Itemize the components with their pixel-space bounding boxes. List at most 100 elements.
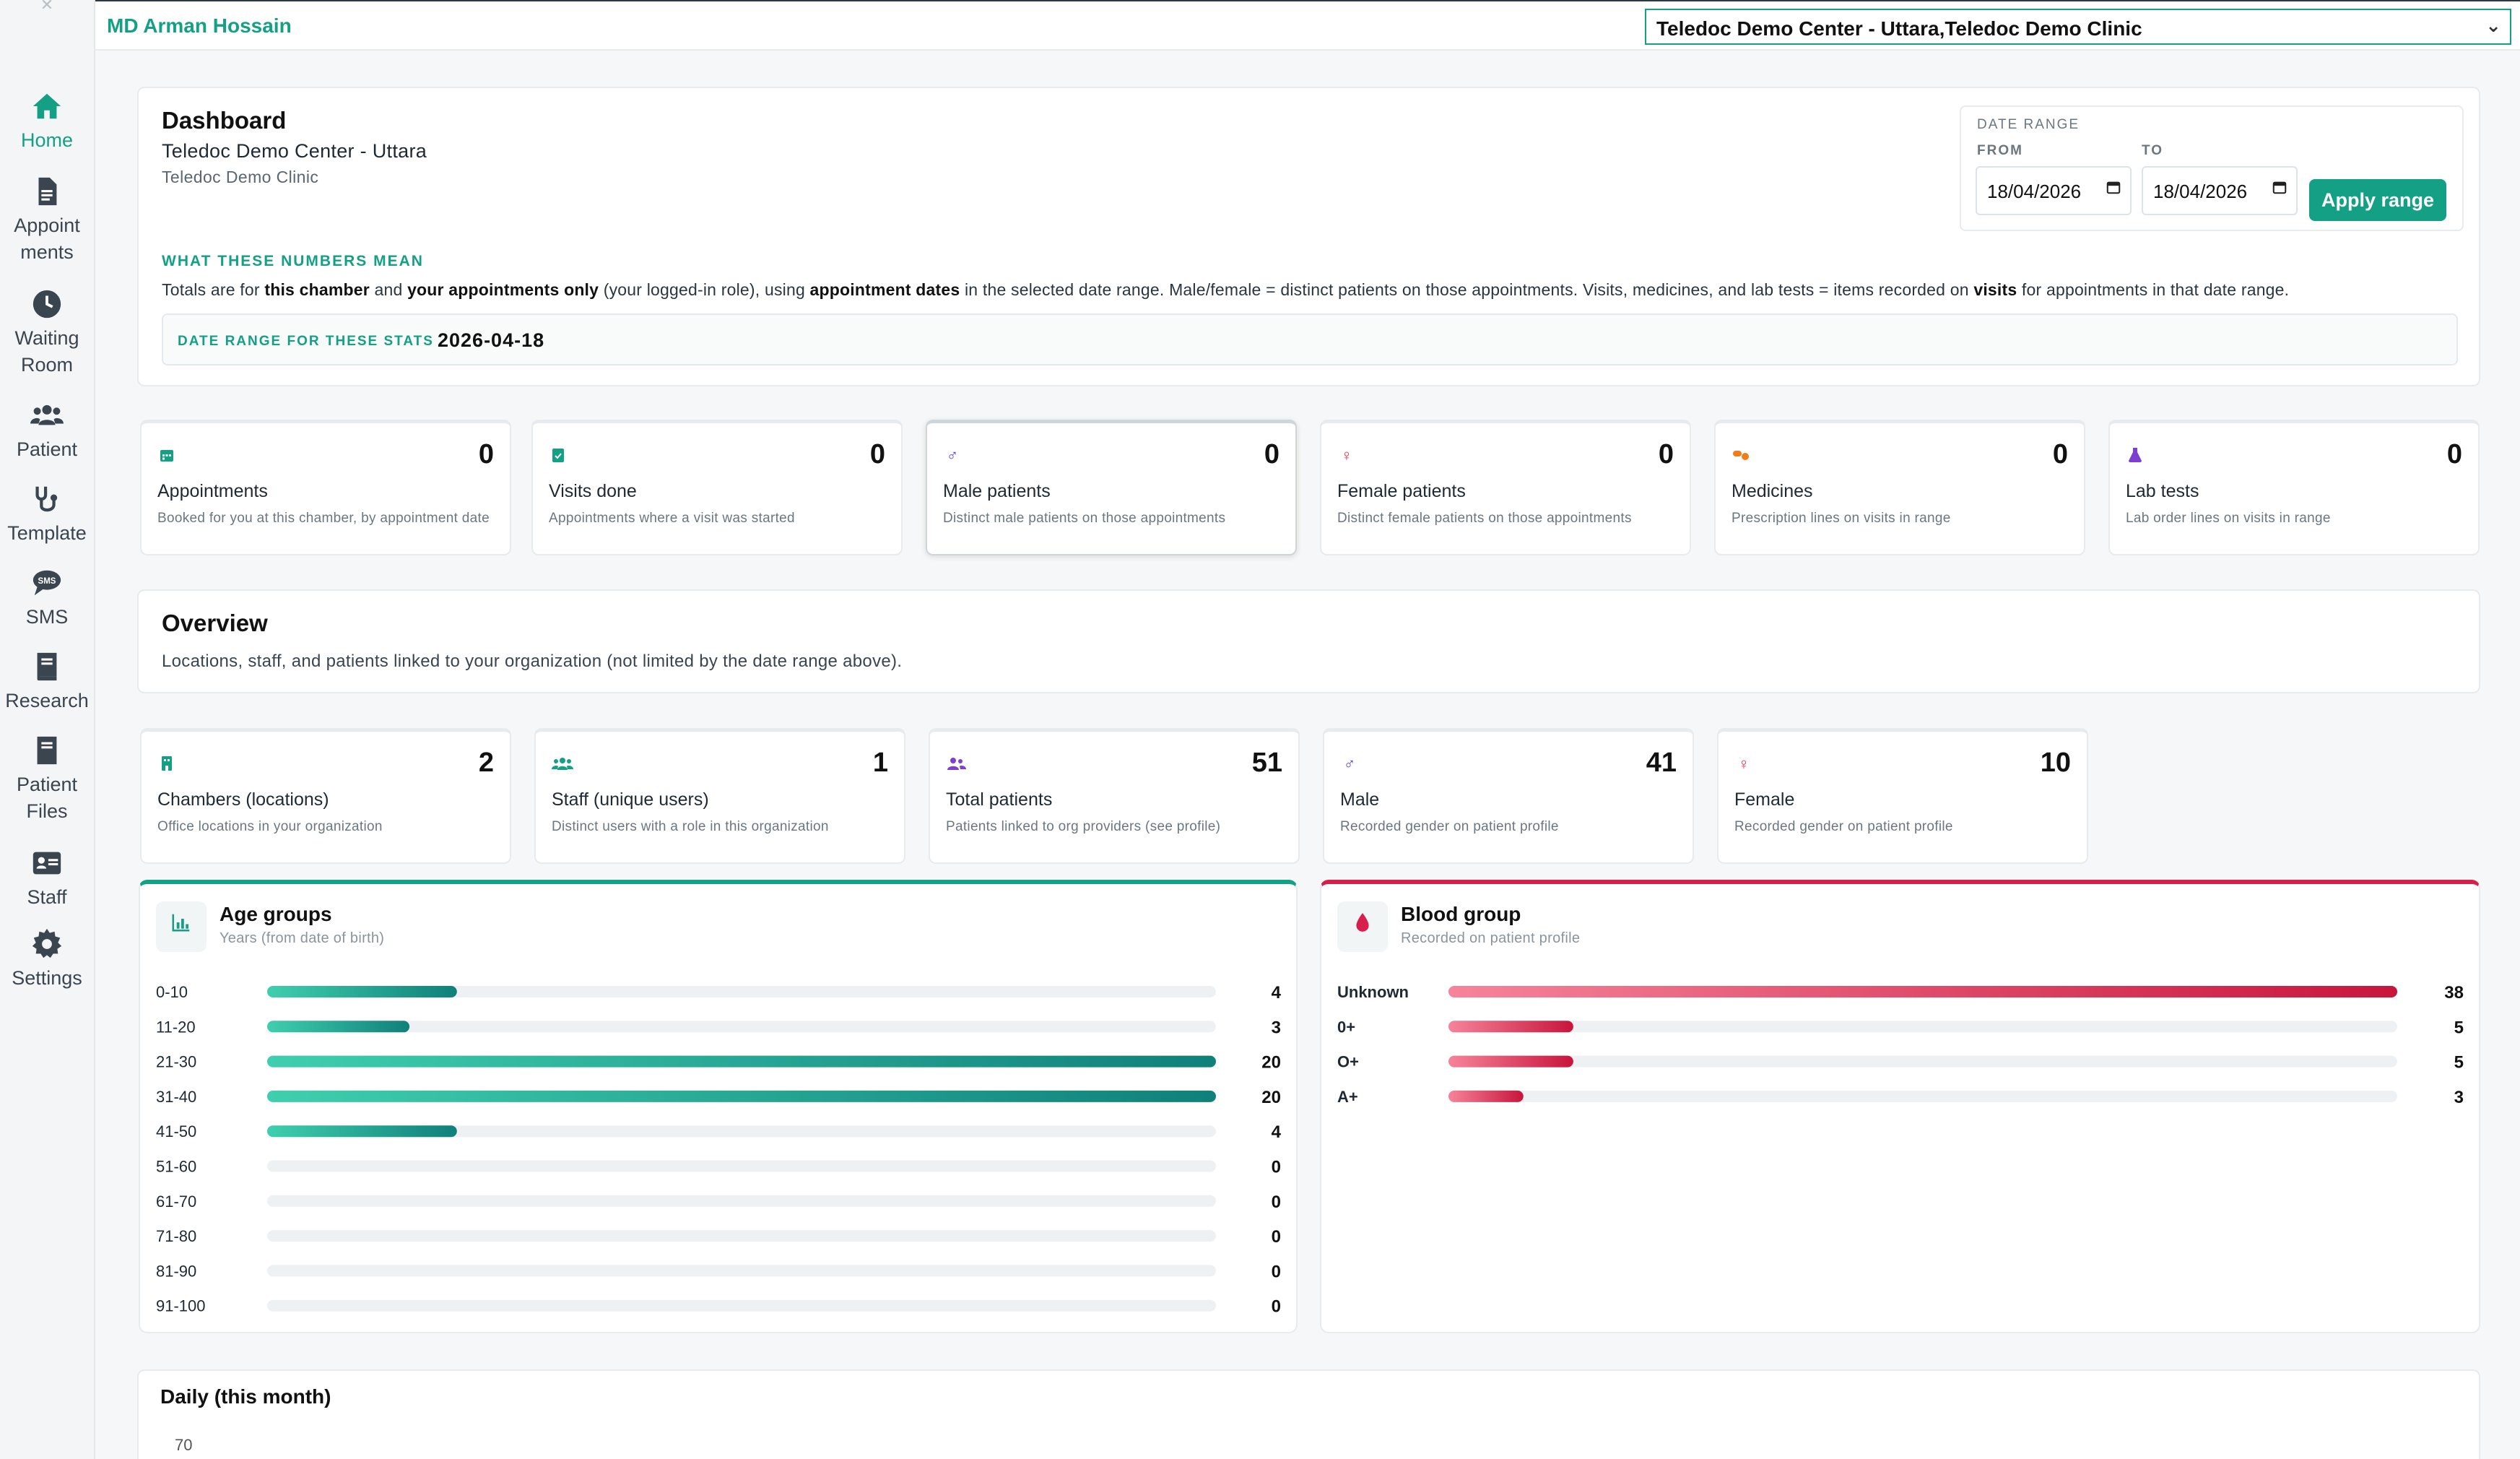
sidebar-item-settings[interactable]: Settings [0, 927, 94, 992]
stat-value: 0 [2446, 439, 2462, 469]
stat-value: 0 [478, 439, 494, 469]
stat-label: Female [1734, 789, 1795, 810]
stat-value: 1 [872, 748, 888, 778]
stat-label: Female patients [1337, 481, 1466, 501]
center-select[interactable]: Teledoc Demo Center - Uttara,Teledoc Dem… [1645, 9, 2511, 45]
bar-value: 5 [2454, 1053, 2464, 1073]
bar-track [1448, 1090, 2397, 1102]
stat-card-appointments[interactable]: 0 Appointments Booked for you at this ch… [140, 420, 511, 555]
category-label: 21-30 [156, 1053, 196, 1071]
stat-value: 0 [1658, 439, 1674, 469]
category-label: 91-100 [156, 1297, 206, 1315]
bar-value: 20 [1261, 1053, 1281, 1073]
bar-value: 0 [1272, 1297, 1281, 1317]
stat-card-total-patients[interactable]: 51 Total patients Patients linked to org… [929, 728, 1300, 864]
clinic-name: Teledoc Demo Clinic [162, 168, 319, 186]
bar-track [267, 1195, 1216, 1207]
category-label: 71-80 [156, 1227, 196, 1245]
stat-card-female-patients[interactable]: ♀ 0 Female patients Distinct female pati… [1320, 420, 1691, 555]
bar-value: 5 [2454, 1018, 2464, 1037]
stat-value: 51 [1251, 748, 1282, 778]
collapse-icon[interactable]: ✕ [0, 0, 94, 14]
stat-label: Total patients [946, 789, 1053, 810]
apply-range-button[interactable]: Apply range [2309, 179, 2446, 221]
clipboard-icon [549, 446, 568, 465]
file-icon [37, 736, 57, 765]
building-icon [157, 755, 176, 774]
center-name: Teledoc Demo Center - Uttara [162, 140, 427, 162]
page-title: Dashboard [162, 107, 287, 134]
bar [267, 1021, 410, 1033]
sidebar-item-label: Staff [27, 886, 67, 908]
category-label: 11-20 [156, 1018, 196, 1036]
date-range-box: DATE RANGE FROM TO 18/04/2026 18/04/2026… [1960, 105, 2464, 231]
stat-value: 10 [2040, 748, 2071, 778]
sidebar-item-label: Waiting [14, 327, 79, 349]
stat-description: Distinct male patients on those appointm… [943, 511, 1226, 526]
bar-track [1448, 1021, 2397, 1033]
stat-card-medicines[interactable]: 0 Medicines Prescription lines on visits… [1714, 420, 2085, 555]
stat-card-male-patients[interactable]: ♂ 0 Male patients Distinct male patients… [926, 420, 1297, 555]
bar-track [267, 1299, 1216, 1312]
sidebar-item-patient[interactable]: Patient [0, 399, 94, 463]
sidebar-item-patient-files[interactable]: Patient Files [0, 734, 94, 825]
category-label: A+ [1337, 1088, 1358, 1106]
stats-range-label: DATE RANGE FOR THESE STATS [178, 334, 434, 349]
document-icon [38, 177, 57, 206]
stat-card-chambers[interactable]: 2 Chambers (locations) Office locations … [140, 728, 511, 864]
stat-value: 0 [869, 439, 885, 469]
users-icon [30, 404, 64, 425]
stat-label: Chambers (locations) [157, 789, 329, 810]
bar-value: 0 [1272, 1227, 1281, 1247]
bar-value: 20 [1261, 1088, 1281, 1107]
female-icon: ♀ [1737, 755, 1750, 773]
stat-card-female[interactable]: ♀ 10 Female Recorded gender on patient p… [1717, 728, 2088, 864]
sidebar-item-template[interactable]: Template [0, 482, 94, 547]
stat-label: Visits done [549, 481, 637, 501]
stat-description: Recorded gender on patient profile [1340, 819, 1559, 834]
to-date-input[interactable]: 18/04/2026 [2142, 166, 2298, 215]
bar-value: 38 [2444, 983, 2464, 1003]
sidebar-item-research[interactable]: Research [0, 650, 94, 714]
chevron-down-icon: ⌄ [2485, 14, 2501, 36]
home-icon [32, 93, 61, 119]
stat-label: Appointments [157, 481, 268, 501]
category-label: 81-90 [156, 1262, 196, 1280]
stat-description: Patients linked to org providers (see pr… [946, 819, 1221, 834]
calendar-icon [157, 446, 176, 465]
stat-label: Medicines [1732, 481, 1813, 501]
stat-card-staff[interactable]: 1 Staff (unique users) Distinct users wi… [534, 728, 905, 864]
stat-value: 0 [1264, 439, 1279, 469]
sidebar-item-waiting-room[interactable]: Waiting Room [0, 287, 94, 378]
staff-icon [552, 755, 573, 774]
sidebar-item-label: Settings [12, 967, 82, 989]
y-axis-tick: 70 [175, 1436, 193, 1454]
sidebar-item-home[interactable]: Home [0, 90, 94, 154]
bar [267, 1055, 1216, 1068]
from-date-input[interactable]: 18/04/2026 [1976, 166, 2132, 215]
stat-description: Appointments where a visit was started [549, 511, 795, 526]
sidebar-item-appointments[interactable]: Appoint ments [0, 175, 94, 266]
bar-track [267, 1230, 1216, 1242]
clock-icon [32, 290, 61, 319]
overview-title: Overview [162, 610, 268, 636]
sidebar-item-sms[interactable]: SMS SMS [0, 566, 94, 631]
stat-value: 41 [1646, 748, 1677, 778]
pills-icon [1732, 446, 1750, 465]
blood-group-chart: Unknown 38 0+ 5 O+ 5 A+ 3 [1337, 983, 2464, 1107]
stat-card-male[interactable]: ♂ 41 Male Recorded gender on patient pro… [1323, 728, 1694, 864]
meaning-title: WHAT THESE NUMBERS MEAN [162, 253, 424, 269]
age-groups-chart: 0-10 4 11-20 3 21-30 20 31-40 20 41-50 4 51-60 0 61-… [156, 983, 1282, 1317]
calendar-icon[interactable] [2106, 179, 2121, 200]
sidebar-item-label: Patient [16, 774, 78, 795]
meaning-text: Totals are for this chamber and your app… [162, 280, 2290, 299]
bar-value: 0 [1272, 1158, 1281, 1177]
id-card-icon [32, 852, 61, 875]
sidebar-item-staff[interactable]: Staff [0, 847, 94, 911]
male-icon: ♂ [1343, 755, 1356, 773]
stat-card-visits-done[interactable]: 0 Visits done Appointments where a visit… [531, 420, 903, 555]
age-groups-card: Age groups Years (from date of birth) 0-… [139, 880, 1298, 1333]
category-label: 31-40 [156, 1088, 196, 1106]
calendar-icon[interactable] [2272, 179, 2287, 200]
stat-card-lab-tests[interactable]: 0 Lab tests Lab order lines on visits in… [2108, 420, 2480, 555]
